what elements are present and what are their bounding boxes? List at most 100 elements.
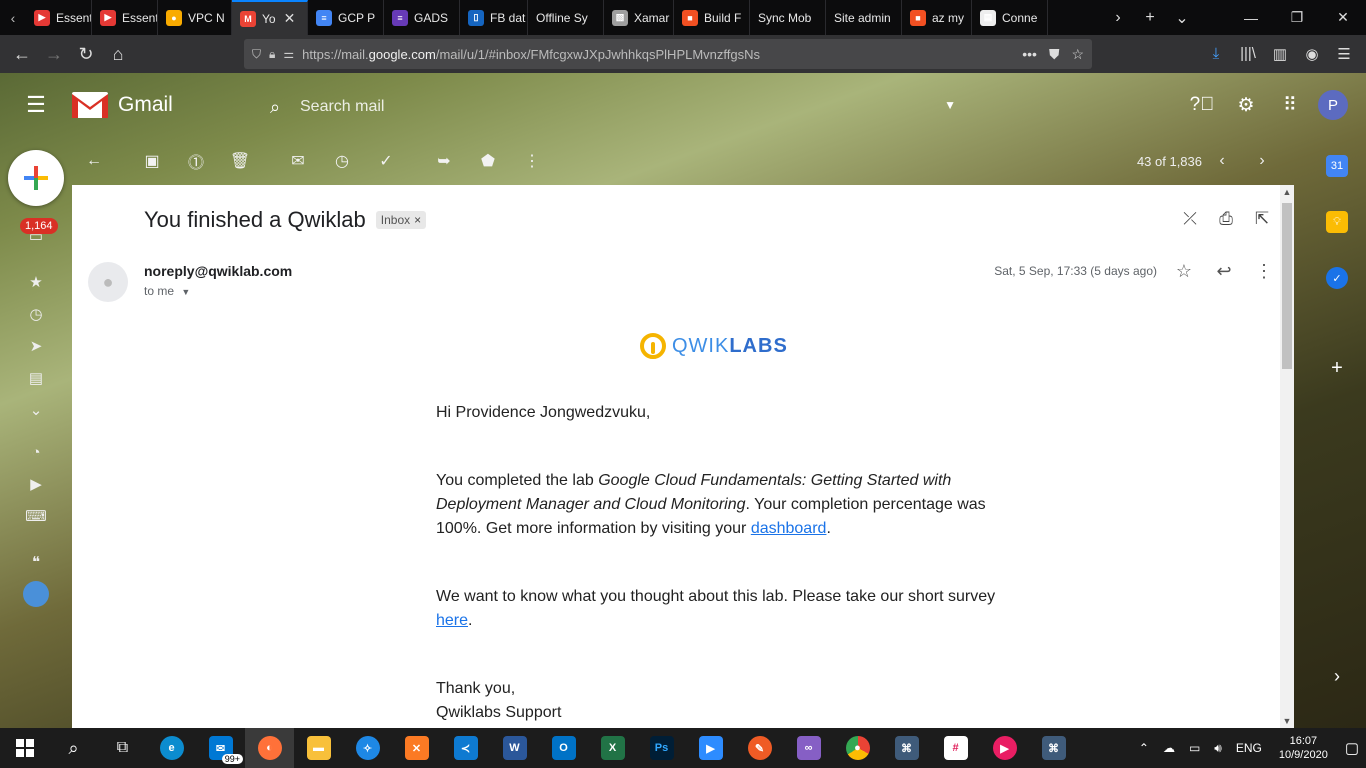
back-icon[interactable]: ← (6, 39, 38, 69)
browser-tab[interactable]: ≡ GADS (384, 0, 460, 35)
forward-icon[interactable]: → (38, 39, 70, 69)
windows-start-icon[interactable] (0, 728, 49, 768)
more-chevron-down-icon[interactable]: ⌄ (0, 394, 72, 426)
taskbar-clock[interactable]: 16:07 10/9/2020 (1279, 734, 1328, 762)
bookmark-star-icon[interactable]: ☆ (1071, 46, 1084, 63)
mail-app-icon[interactable]: ✉ 99+ (196, 728, 245, 768)
outlook-icon[interactable]: O (539, 728, 588, 768)
tab-scroll-left-icon[interactable]: ‹ (0, 10, 26, 26)
collapse-all-icon[interactable]: ⤫ (1172, 209, 1208, 229)
close-tab-icon[interactable]: ✕ (284, 10, 296, 27)
inbox-label-chip[interactable]: Inbox × (375, 211, 427, 229)
hangouts-avatar[interactable] (0, 578, 72, 610)
browser-tab[interactable]: ≡ GCP P (308, 0, 384, 35)
delete-icon[interactable]: 🗑︎ (218, 151, 262, 171)
vscode-icon[interactable]: ≺ (441, 728, 490, 768)
sent-icon[interactable]: ➤ (0, 330, 72, 362)
survey-link[interactable]: here (436, 612, 468, 629)
mark-unread-icon[interactable]: ✉ (276, 151, 320, 171)
snooze-icon[interactable]: ◷ (320, 151, 364, 171)
open-new-window-icon[interactable]: ⇱ (1244, 209, 1280, 229)
help-icon[interactable]: ?⃝ (1180, 94, 1224, 116)
dashboard-link[interactable]: dashboard (751, 520, 827, 537)
new-tab-icon[interactable]: + (1134, 9, 1166, 27)
browser-tab[interactable]: ▧ Xamar (604, 0, 674, 35)
email-scrollbar[interactable]: ▲ ▼ (1280, 185, 1294, 728)
browser-tab[interactable]: Sync Mob (750, 0, 826, 35)
xampp-icon[interactable]: ✕ (392, 728, 441, 768)
get-addons-icon[interactable]: + (1326, 357, 1348, 379)
restore-window-icon[interactable]: ❐ (1274, 9, 1320, 26)
photoshop-icon[interactable]: Ps (637, 728, 686, 768)
archive-icon[interactable]: ▣ (130, 151, 174, 171)
sidebar-toggle-icon[interactable]: ▥ (1264, 45, 1296, 63)
tasks-icon[interactable]: ✓ (1326, 267, 1348, 289)
main-menu-icon[interactable]: ☰ (0, 92, 72, 118)
sql-server-icon[interactable]: ⌘ (882, 728, 931, 768)
onedrive-icon[interactable]: ☁ (1163, 741, 1175, 755)
browser-tab[interactable]: ▯ FB dat (460, 0, 528, 35)
reply-icon[interactable]: ↩ (1204, 261, 1244, 282)
library-icon[interactable]: |||\ (1232, 45, 1264, 63)
tab-list-overflow-icon[interactable]: › (1102, 9, 1134, 27)
newer-chevron-left-icon[interactable]: ‹ (1202, 152, 1242, 170)
labels-icon[interactable]: ⬟ (466, 151, 510, 171)
sql-server-icon-2[interactable]: ⌘ (1029, 728, 1078, 768)
gmail-logo[interactable]: Gmail (72, 92, 173, 118)
downloads-icon[interactable]: ⤓ (1200, 45, 1232, 63)
reload-icon[interactable]: ↻ (70, 39, 102, 69)
excel-icon[interactable]: X (588, 728, 637, 768)
scroll-down-icon[interactable]: ▼ (1280, 716, 1294, 726)
browser-tab[interactable]: Site admin (826, 0, 902, 35)
sender-email[interactable]: noreply@qwiklab.com (144, 263, 292, 279)
taskbar-search-icon[interactable]: ⌕ (49, 728, 98, 768)
keyboard-icon[interactable]: ⌨ (0, 500, 72, 532)
shield-icon[interactable]: ⛉ (252, 47, 261, 62)
word-icon[interactable]: W (490, 728, 539, 768)
recipient-dropdown-icon[interactable]: ▼ (181, 287, 190, 297)
account-icon[interactable]: ◉ (1296, 45, 1328, 63)
remove-label-icon[interactable]: × (414, 213, 421, 227)
battery-icon[interactable]: ▭ (1189, 741, 1200, 755)
starred-icon[interactable]: ★ (0, 266, 72, 298)
safari-icon[interactable]: ✧ (343, 728, 392, 768)
recipient-details[interactable]: to me ▼ (144, 284, 190, 298)
volume-icon[interactable]: 🔊︎ (1214, 741, 1222, 756)
browser-tab[interactable]: ▶ Essent (26, 0, 92, 35)
browser-tab[interactable]: ■ Build F (674, 0, 750, 35)
zoom-icon[interactable]: ▶ (686, 728, 735, 768)
sender-avatar[interactable]: ● (88, 262, 128, 302)
minimize-window-icon[interactable]: — (1228, 10, 1274, 26)
meet-video-icon[interactable]: ▶ (0, 468, 72, 500)
report-spam-icon[interactable]: ⓵ (174, 149, 218, 173)
account-avatar[interactable]: P (1318, 90, 1348, 120)
edge-icon[interactable]: e (147, 728, 196, 768)
calendar-icon[interactable]: 31 (1326, 155, 1348, 177)
scroll-thumb[interactable] (1282, 203, 1292, 369)
task-view-icon[interactable]: ⧉ (98, 728, 147, 768)
visual-studio-icon[interactable]: ∞ (784, 728, 833, 768)
chat-icon[interactable]: ◔ (0, 436, 72, 468)
browser-tab[interactable]: ● VPC N (158, 0, 232, 35)
slack-icon[interactable]: # (931, 728, 980, 768)
qwiklabs-logo[interactable]: QWIKLABS (640, 333, 788, 359)
browser-tab[interactable]: ■ az my (902, 0, 972, 35)
print-icon[interactable]: ⎙ (1208, 209, 1244, 229)
scroll-up-icon[interactable]: ▲ (1280, 187, 1294, 197)
pocket-icon[interactable]: ⛊ (1049, 46, 1060, 63)
older-chevron-right-icon[interactable]: › (1242, 152, 1282, 170)
snoozed-icon[interactable]: ◷ (0, 298, 72, 330)
search-options-dropdown-icon[interactable]: ▼ (944, 98, 956, 112)
show-hidden-icons-chevron-icon[interactable]: ⌃ (1139, 741, 1149, 755)
home-icon[interactable]: ⌂ (102, 39, 134, 69)
keep-icon[interactable]: 💡︎ (1326, 211, 1348, 233)
show-side-panel-icon[interactable]: › (1326, 665, 1348, 687)
permissions-icon[interactable]: ⚌ (283, 47, 294, 61)
browser-tab[interactable]: Offline Sy (528, 0, 604, 35)
postman-icon[interactable]: ✎ (735, 728, 784, 768)
browser-tab[interactable]: ▤ Conne (972, 0, 1048, 35)
google-apps-icon[interactable]: ⠿ (1268, 94, 1312, 117)
media-player-icon[interactable]: ▶ (980, 728, 1029, 768)
hangouts-icon[interactable]: ❝ (0, 546, 72, 578)
firefox-icon[interactable]: ◐ (245, 728, 294, 768)
